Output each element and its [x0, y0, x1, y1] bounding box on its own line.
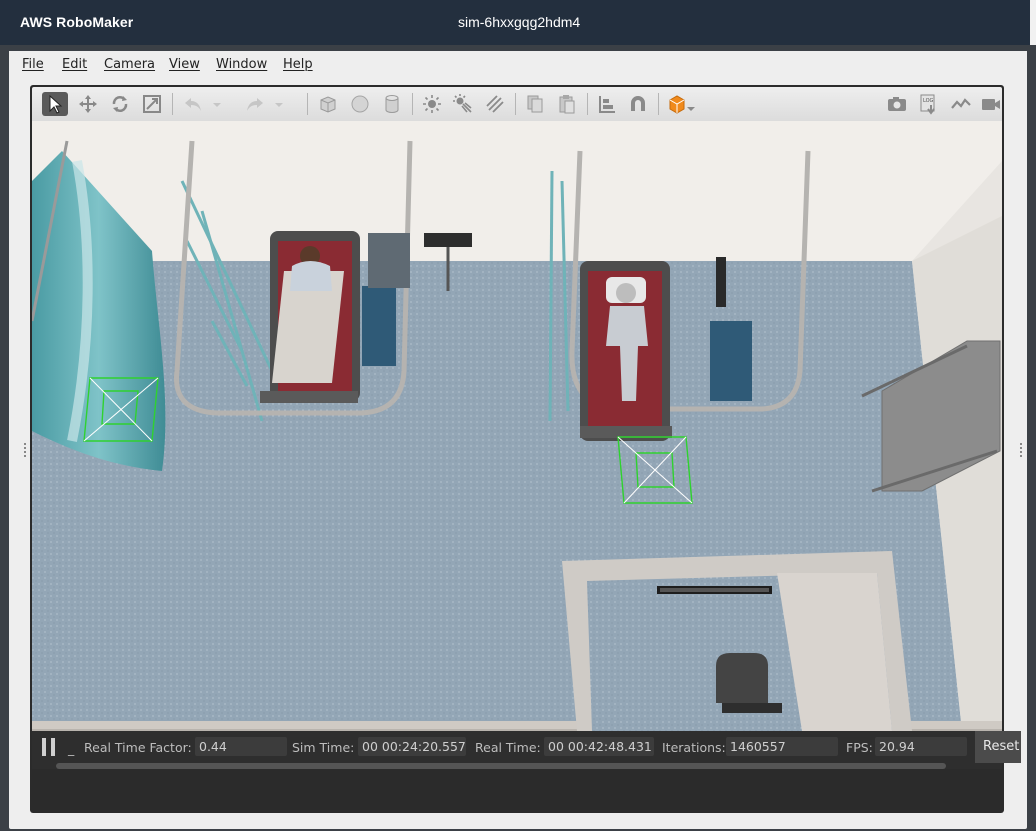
3d-viewport[interactable]: [32, 121, 1002, 731]
menu-camera[interactable]: Camera: [104, 57, 155, 72]
menu-view[interactable]: View: [169, 57, 200, 72]
point-light-icon[interactable]: [419, 92, 445, 116]
toolbar-separator: [658, 93, 659, 115]
copy-icon[interactable]: [522, 92, 548, 116]
status-bar: _ Real Time Factor: 0.44 Sim Time: 00 00…: [32, 731, 1021, 769]
horizontal-scrollbar[interactable]: [56, 763, 946, 769]
menu-help[interactable]: Help: [283, 57, 313, 72]
real-time-value: 00 00:42:48.431: [544, 737, 654, 756]
toolbar-separator: [307, 93, 308, 115]
spot-light-icon[interactable]: [450, 92, 476, 116]
menu-edit[interactable]: Edit: [62, 57, 87, 72]
redo-dropdown-icon[interactable]: [272, 92, 286, 116]
toolbar-separator: [412, 93, 413, 115]
scroll-edge: [1030, 0, 1036, 45]
snap-magnet-icon[interactable]: [625, 92, 651, 116]
simulation-name: sim-6hxxgqg2hdm4: [458, 14, 581, 30]
scale-icon[interactable]: [139, 92, 165, 116]
select-arrow-icon[interactable]: [42, 92, 68, 116]
cylinder-shape-icon[interactable]: [379, 92, 405, 116]
right-splitter-handle[interactable]: [1020, 443, 1024, 457]
toolbar-separator: [515, 93, 516, 115]
hospital-bed-1: [260, 231, 360, 403]
view-angle-icon[interactable]: [665, 92, 699, 116]
screenshot-camera-icon[interactable]: [884, 92, 910, 116]
step-button[interactable]: _: [68, 741, 74, 756]
sphere-shape-icon[interactable]: [347, 92, 373, 116]
toolbar-separator: [172, 93, 173, 115]
sim-time-label: Sim Time:: [292, 740, 355, 755]
real-time-label: Real Time:: [475, 740, 541, 755]
gazebo-window: File Edit Camera View Window Help LOG _ …: [9, 51, 1027, 829]
real-time-factor-label: Real Time Factor:: [84, 740, 192, 755]
hospital-bed-2: [580, 261, 672, 441]
pause-icon[interactable]: [42, 738, 56, 756]
plot-icon[interactable]: [948, 92, 974, 116]
menu-file[interactable]: File: [22, 57, 44, 72]
align-icon[interactable]: [594, 92, 620, 116]
toolbar: LOG: [32, 87, 1002, 121]
reset-button[interactable]: Reset: [975, 731, 1021, 763]
real-time-factor-value: 0.44: [195, 737, 287, 756]
rotate-icon[interactable]: [107, 92, 133, 116]
menu-bar: File Edit Camera View Window Help: [9, 51, 1027, 79]
box-shape-icon[interactable]: [315, 92, 341, 116]
directional-light-icon[interactable]: [482, 92, 508, 116]
svg-text:LOG: LOG: [923, 98, 934, 104]
left-splitter-handle[interactable]: [24, 443, 28, 457]
undo-dropdown-icon[interactable]: [210, 92, 224, 116]
iterations-value: 1460557: [726, 737, 838, 756]
iterations-label: Iterations:: [662, 740, 726, 755]
log-icon[interactable]: LOG: [916, 92, 942, 116]
fps-value: 20.94: [875, 737, 967, 756]
menu-window[interactable]: Window: [216, 57, 267, 72]
undo-icon[interactable]: [180, 92, 206, 116]
fps-label: FPS:: [846, 740, 873, 755]
app-header: AWS RoboMaker sim-6hxxgqg2hdm4: [0, 0, 1036, 45]
redo-icon[interactable]: [242, 92, 268, 116]
sim-time-value: 00 00:24:20.557: [358, 737, 466, 756]
viewport-panel: LOG _ Real Time Factor: 0.44 Sim Time: 0…: [30, 85, 1021, 813]
app-brand: AWS RoboMaker: [20, 14, 134, 30]
translate-icon[interactable]: [75, 92, 101, 116]
toolbar-separator: [587, 93, 588, 115]
paste-icon[interactable]: [554, 92, 580, 116]
video-record-icon[interactable]: [978, 92, 1004, 116]
